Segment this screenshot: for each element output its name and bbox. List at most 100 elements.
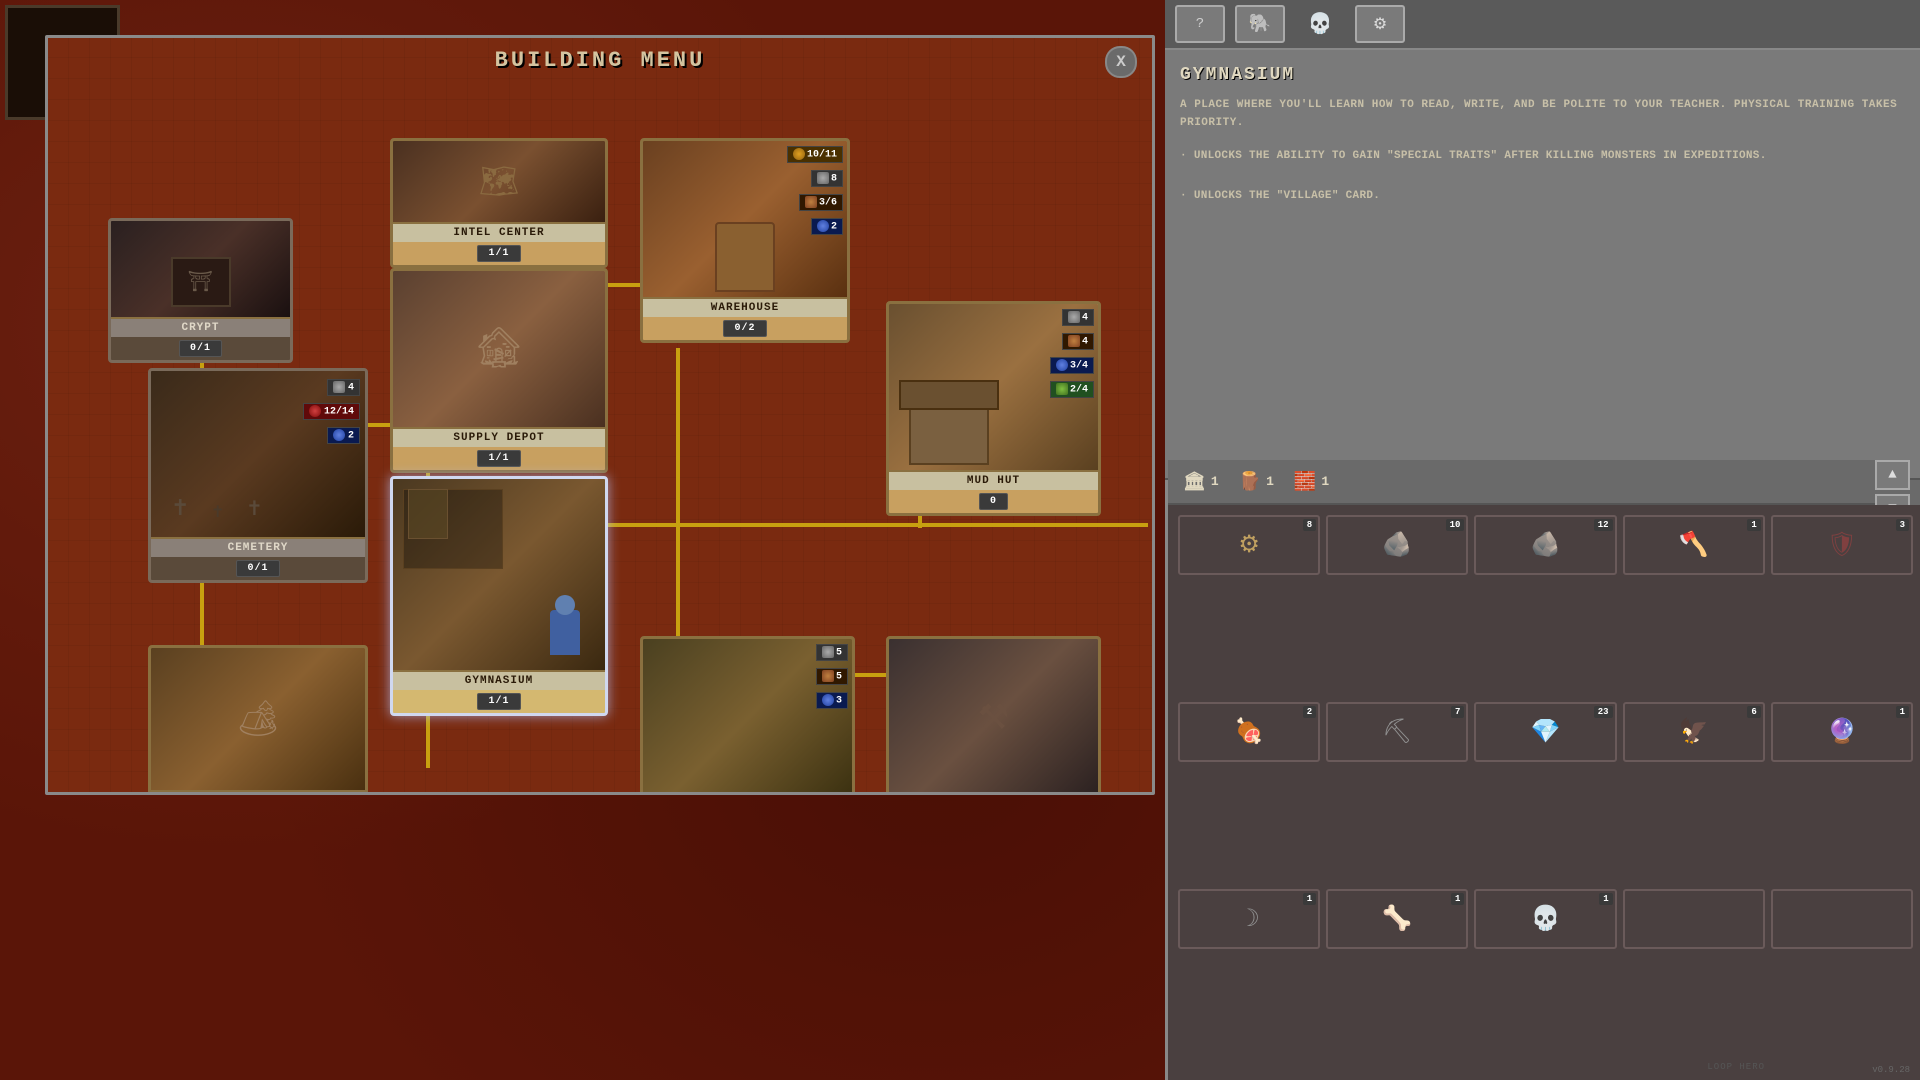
building-card-supply[interactable]: 🏚 SUPPLY DEPOT 1/1 <box>390 268 608 473</box>
building-menu: BUILDING MENU X <box>45 35 1155 795</box>
inv-slot-4[interactable]: 🪓 1 <box>1623 515 1765 575</box>
mudhut-label: MUD HUT <box>889 470 1098 490</box>
inv-slot-7[interactable]: ⛏ 7 <box>1326 702 1468 762</box>
inv-badge-5: 3 <box>1896 519 1909 531</box>
inv-icon-10: 🔮 <box>1827 717 1857 747</box>
building-card-intel[interactable]: 🗺 INTEL CENTER 1/1 <box>390 138 608 268</box>
warehouse-label: WAREHOUSE <box>643 297 847 317</box>
crypt-label: CRYPT <box>111 317 290 337</box>
wood-icon: 🪵 <box>1239 471 1261 493</box>
inv-slot-1[interactable]: ⚙ 8 <box>1178 515 1320 575</box>
intel-label: INTEL CENTER <box>393 222 605 242</box>
mudhut-counter: 0 <box>979 493 1008 510</box>
inv-slot-empty-1[interactable] <box>1623 889 1765 949</box>
inv-icon-11: ☽ <box>1238 904 1260 934</box>
menu-title: BUILDING MENU <box>495 48 706 73</box>
inv-slot-9[interactable]: 🦅 6 <box>1623 702 1765 762</box>
inv-slot-empty-2[interactable] <box>1771 889 1913 949</box>
building-card-farm[interactable]: 5 5 3 FARM <box>640 636 855 795</box>
inv-icon-12: 🦴 <box>1382 904 1412 934</box>
mudhut-res-orb: 3/4 <box>1050 357 1094 374</box>
inv-icon-13: 💀 <box>1531 904 1561 934</box>
farm-image: 5 5 3 <box>643 639 852 795</box>
supply-counter: 1/1 <box>477 450 520 467</box>
inv-slot-6[interactable]: 🍖 2 <box>1178 702 1320 762</box>
hud-icons: ? 🐘 💀 ⚙ <box>1165 5 1405 43</box>
intel-counter: 1/1 <box>477 245 520 262</box>
cemetery-res-blood: 12/14 <box>303 403 360 420</box>
inv-icon-5: 🛡 <box>1827 530 1857 560</box>
info-bullets: · UNLOCKS THE ABILITY TO GAIN "SPECIAL T… <box>1180 147 1905 206</box>
smelter-image: ⚒ <box>889 639 1098 795</box>
inv-badge-4: 1 <box>1747 519 1760 531</box>
inv-slot-5[interactable]: 🛡 3 <box>1771 515 1913 575</box>
inv-icon-4: 🪓 <box>1679 530 1709 560</box>
building-card-mudhut[interactable]: 4 4 3/4 2/4 MUD HUT 0 <box>886 301 1101 516</box>
supply-label: SUPPLY DEPOT <box>393 427 605 447</box>
tile-count: 1 <box>1321 474 1329 489</box>
building-card-smelter[interactable]: ⚒ SMELTER <box>886 636 1101 795</box>
inv-badge-7: 7 <box>1451 706 1464 718</box>
building-icon: 🏛 <box>1183 471 1206 493</box>
scroll-up-button[interactable]: ▲ <box>1875 460 1910 490</box>
inv-badge-1: 8 <box>1303 519 1316 531</box>
cemetery-res-orb: 2 <box>327 427 360 444</box>
settings-button[interactable]: ⚙ <box>1355 5 1405 43</box>
gymnasium-counter: 1/1 <box>477 693 520 710</box>
warehouse-res-stone: 8 <box>811 170 843 187</box>
info-bullet-2: · UNLOCKS THE "VILLAGE" CARD. <box>1180 187 1905 207</box>
cemetery-image: 4 12/14 2 ✝ ✝ ✝ <box>151 371 365 537</box>
cemetery-label: CEMETERY <box>151 537 365 557</box>
mudhut-res-stone: 4 <box>1062 309 1094 326</box>
cemetery-res-stone: 4 <box>327 379 360 396</box>
inv-badge-11: 1 <box>1303 893 1316 905</box>
inv-slot-3[interactable]: 🪨 12 <box>1474 515 1616 575</box>
building-card-gymnasium[interactable]: GYMNASIUM 1/1 <box>390 476 608 716</box>
gymnasium-image <box>393 479 605 670</box>
version-text: v0.9.28 <box>1872 1065 1910 1075</box>
cemetery-counter: 0/1 <box>236 560 279 577</box>
elephant-button[interactable]: 🐘 <box>1235 5 1285 43</box>
inv-icon-2: 🪨 <box>1382 530 1412 560</box>
inv-slot-13[interactable]: 💀 1 <box>1474 889 1616 949</box>
skull-icon: 💀 <box>1295 5 1345 43</box>
menu-title-bar: BUILDING MENU X <box>48 38 1152 83</box>
inv-icon-1: ⚙ <box>1238 530 1260 560</box>
intel-image: 🗺 <box>393 141 605 222</box>
inv-badge-6: 2 <box>1303 706 1316 718</box>
res-tile: 🧱 1 <box>1294 471 1329 493</box>
inv-slot-12[interactable]: 🦴 1 <box>1326 889 1468 949</box>
inv-slot-10[interactable]: 🔮 1 <box>1771 702 1913 762</box>
wood-count: 1 <box>1266 474 1274 489</box>
warehouse-res-wood: 3/6 <box>799 194 843 211</box>
inv-slot-11[interactable]: ☽ 1 <box>1178 889 1320 949</box>
inv-icon-8: 💎 <box>1531 717 1561 747</box>
warehouse-res-gold: 10/11 <box>787 146 843 163</box>
building-count: 1 <box>1211 474 1219 489</box>
inv-badge-2: 10 <box>1446 519 1465 531</box>
mudhut-res-food: 2/4 <box>1050 381 1094 398</box>
refuge-image: 🏕 <box>151 648 365 790</box>
building-card-crypt[interactable]: ⛩ CRYPT 0/1 <box>108 218 293 363</box>
inv-badge-8: 23 <box>1594 706 1613 718</box>
info-bullet-1: · UNLOCKS THE ABILITY TO GAIN "SPECIAL T… <box>1180 147 1905 167</box>
inv-icon-3: 🪨 <box>1531 530 1561 560</box>
mudhut-res-wood: 4 <box>1062 333 1094 350</box>
info-description: A PLACE WHERE YOU'LL LEARN HOW TO READ, … <box>1180 97 1905 132</box>
mudhut-image: 4 4 3/4 2/4 <box>889 304 1098 470</box>
connector-warehouse-farm <box>676 348 680 648</box>
farm-res-orb: 3 <box>816 692 848 709</box>
farm-res-wood: 5 <box>816 668 848 685</box>
inv-slot-8[interactable]: 💎 23 <box>1474 702 1616 762</box>
info-panel: GYMNASIUM A PLACE WHERE YOU'LL LEARN HOW… <box>1165 50 1920 480</box>
inv-icon-9: 🦅 <box>1679 717 1709 747</box>
building-card-warehouse[interactable]: 10/11 8 3/6 2 WAREHOUSE 0/2 <box>640 138 850 343</box>
building-card-cemetery[interactable]: 4 12/14 2 ✝ ✝ ✝ CEMETERY 0/1 <box>148 368 368 583</box>
inv-slot-2[interactable]: 🪨 10 <box>1326 515 1468 575</box>
inv-badge-3: 12 <box>1594 519 1613 531</box>
right-panel: ? 🐘 💀 ⚙ GYMNASIUM A PLACE WHERE YOU'LL L… <box>1165 0 1920 1080</box>
gymnasium-label: GYMNASIUM <box>393 670 605 690</box>
close-button[interactable]: X <box>1105 46 1137 78</box>
building-card-refuge[interactable]: 🏕 REFUGE <box>148 645 368 795</box>
help-button[interactable]: ? <box>1175 5 1225 43</box>
